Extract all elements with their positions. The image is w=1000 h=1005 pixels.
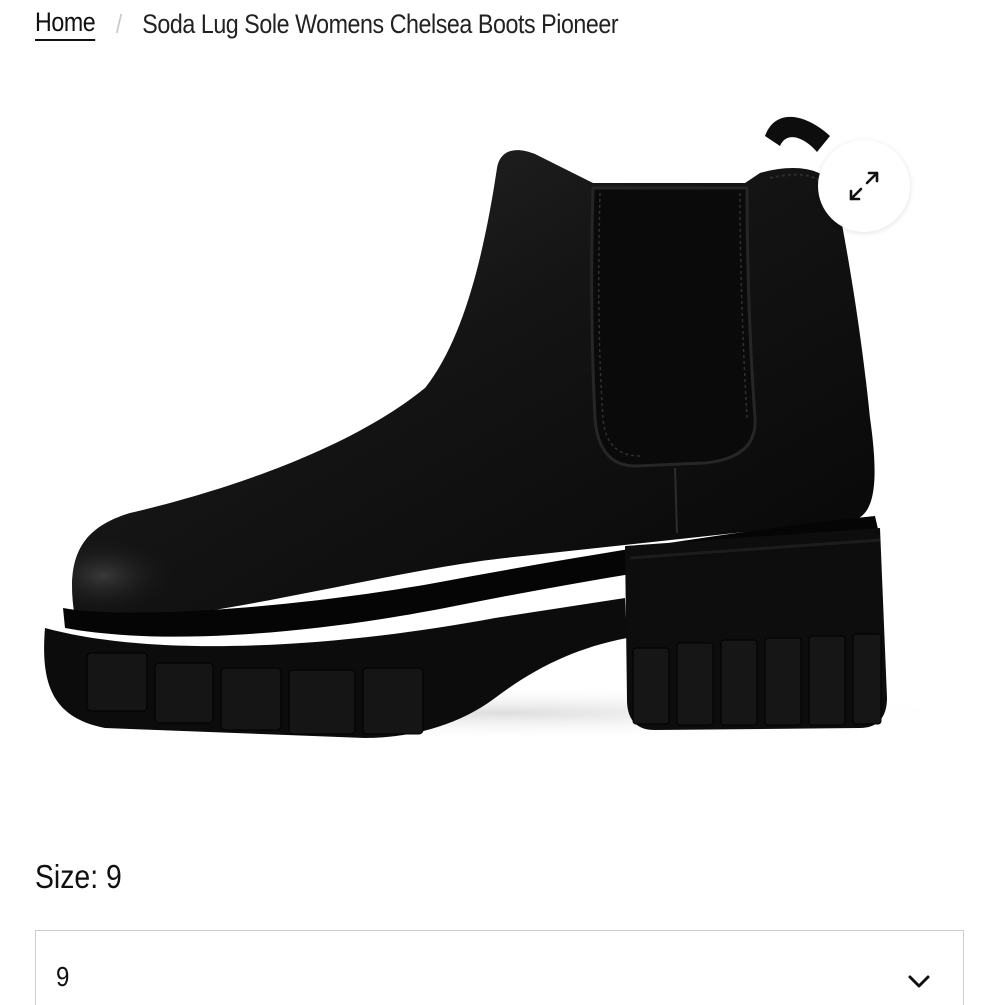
size-label: Size: 9 [35, 858, 122, 895]
breadcrumb-home-link[interactable]: Home [35, 7, 96, 41]
breadcrumb: Home / Soda Lug Sole Womens Chelsea Boot… [35, 4, 619, 44]
product-page: Home / Soda Lug Sole Womens Chelsea Boot… [0, 0, 1000, 1005]
chevron-down-icon [908, 975, 930, 988]
size-dropdown-value: 9 [56, 961, 70, 992]
breadcrumb-current-page: Soda Lug Sole Womens Chelsea Boots Pione… [142, 9, 619, 39]
expand-arrows-icon [849, 171, 879, 201]
zoom-image-button[interactable] [818, 140, 910, 232]
size-dropdown[interactable]: 9 [35, 930, 964, 1005]
product-image-gallery[interactable] [35, 88, 967, 788]
breadcrumb-separator: / [115, 8, 122, 39]
